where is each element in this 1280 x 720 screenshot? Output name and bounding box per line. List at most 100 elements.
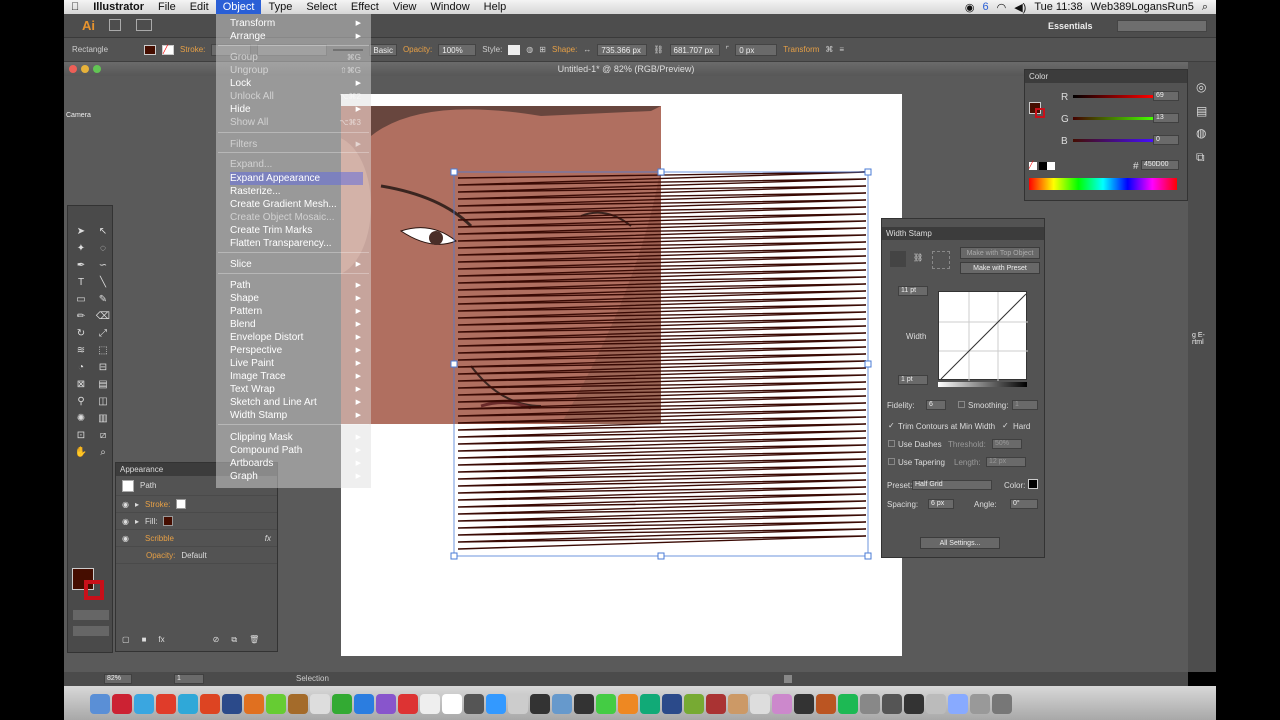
spotlight-icon[interactable]: ⌕: [1202, 1, 1208, 14]
object-menu-item-text-wrap[interactable]: Text Wrap ▶: [230, 383, 363, 396]
menu-help[interactable]: Help: [477, 0, 514, 14]
dock-app-icon[interactable]: [464, 694, 484, 714]
dock-app-icon[interactable]: [244, 694, 264, 714]
search-help-input[interactable]: [1117, 20, 1207, 32]
dock-app-icon[interactable]: [310, 694, 330, 714]
object-menu-item-compound-path[interactable]: Compound Path ▶: [230, 444, 363, 457]
object-menu-item-envelope-distort[interactable]: Envelope Distort ▶: [230, 331, 363, 344]
symbols-dock-icon[interactable]: ◍: [1196, 126, 1206, 140]
dock-app-icon[interactable]: [992, 694, 1012, 714]
stamp-color-swatch[interactable]: [1028, 479, 1038, 489]
free-transform-tool-icon[interactable]: ⬚: [94, 343, 112, 358]
add-effect-icon[interactable]: fx: [158, 635, 164, 645]
scribble-effect[interactable]: Scribble: [145, 534, 174, 543]
angle-field[interactable]: 0°: [1010, 499, 1038, 509]
transform-link[interactable]: Transform: [783, 45, 819, 54]
opacity-field[interactable]: 100%: [438, 43, 477, 56]
panel-menu-icon[interactable]: ≡: [839, 45, 844, 54]
close-window-button[interactable]: [69, 65, 77, 73]
menu-view[interactable]: View: [386, 0, 424, 14]
dock-app-icon[interactable]: [662, 694, 682, 714]
r-slider[interactable]: [1073, 95, 1153, 98]
column-graph-tool-icon[interactable]: ▥: [94, 411, 112, 426]
menu-window[interactable]: Window: [424, 0, 477, 14]
make-with-preset-button[interactable]: Make with Preset: [960, 262, 1040, 274]
dock-app-icon[interactable]: [222, 694, 242, 714]
dock-app-icon[interactable]: [508, 694, 528, 714]
dock-app-icon[interactable]: [970, 694, 990, 714]
dock-app-icon[interactable]: [266, 694, 286, 714]
object-menu-item-expand-appearance[interactable]: Expand Appearance: [230, 172, 363, 185]
eye-icon[interactable]: ◉: [122, 517, 129, 526]
object-menu-item-artboards[interactable]: Artboards ▶: [230, 457, 363, 470]
volume-icon[interactable]: ◀): [1014, 1, 1026, 14]
smoothing-checkbox[interactable]: [958, 401, 965, 408]
b-slider[interactable]: [1073, 139, 1153, 142]
warp-tool-icon[interactable]: ≋: [72, 343, 90, 358]
dock-app-icon[interactable]: [574, 694, 594, 714]
object-menu-item-arrange[interactable]: Arrange ▶: [230, 30, 363, 43]
object-menu-item-lock[interactable]: Lock ▶: [230, 77, 363, 90]
object-menu-item-flatten-transparency[interactable]: Flatten Transparency...: [230, 237, 363, 250]
r-value-field[interactable]: 69: [1153, 91, 1179, 101]
duplicate-item-icon[interactable]: ⧉: [231, 635, 237, 645]
graphic-style-swatch[interactable]: [508, 44, 521, 55]
dock-app-icon[interactable]: [860, 694, 880, 714]
appearance-stroke[interactable]: Stroke:: [145, 500, 170, 509]
layers-dock-icon[interactable]: ▤: [1196, 104, 1207, 118]
menu-effect[interactable]: Effect: [344, 0, 386, 14]
object-menu-item-create-gradient-mesh[interactable]: Create Gradient Mesh...: [230, 198, 363, 211]
artboard-tool-icon[interactable]: ⊡: [72, 428, 90, 443]
rectangle-tool-icon[interactable]: ▭: [72, 292, 90, 307]
appearance-opacity-label[interactable]: Opacity:: [146, 551, 175, 560]
object-menu-item-shape[interactable]: Shape ▶: [230, 292, 363, 305]
b-value-field[interactable]: 0: [1153, 135, 1179, 145]
line-tool-icon[interactable]: ╲: [94, 275, 112, 290]
smoothing-field[interactable]: 1: [1012, 400, 1038, 410]
max-width-field[interactable]: 11 pt: [898, 286, 928, 296]
object-menu-item-slice[interactable]: Slice ▶: [230, 258, 363, 271]
scale-tool-icon[interactable]: ⤢: [94, 326, 112, 341]
dock-app-icon[interactable]: [618, 694, 638, 714]
shape-height-field[interactable]: 681.707 px: [669, 43, 720, 56]
dock-app-icon[interactable]: [530, 694, 550, 714]
object-menu-item-graph[interactable]: Graph ▶: [230, 470, 363, 483]
object-menu-item-path[interactable]: Path ▶: [230, 279, 363, 292]
none-swatch[interactable]: ╱: [1029, 162, 1037, 170]
g-value-field[interactable]: 13: [1153, 113, 1179, 123]
dock-app-icon[interactable]: [134, 694, 154, 714]
pen-tool-icon[interactable]: ✒: [72, 258, 90, 273]
object-menu-item-pattern[interactable]: Pattern ▶: [230, 305, 363, 318]
curvature-tool-icon[interactable]: ∽: [94, 258, 112, 273]
link-icon[interactable]: ⛓: [653, 45, 663, 54]
type-tool-icon[interactable]: T: [72, 275, 90, 290]
transform-dock-icon[interactable]: ⧉: [1196, 150, 1205, 165]
zoom-window-button[interactable]: [93, 65, 101, 73]
object-menu-item-filters[interactable]: Filters ▶: [230, 138, 363, 151]
cc-badge[interactable]: 6: [982, 1, 988, 13]
expand-arrow-icon[interactable]: ▸: [135, 517, 139, 526]
clock[interactable]: Tue 11:38: [1034, 1, 1082, 13]
apple-icon[interactable]: : [64, 0, 86, 14]
dock-app-icon[interactable]: [882, 694, 902, 714]
menu-type[interactable]: Type: [261, 0, 299, 14]
object-menu-item-expand[interactable]: Expand...: [230, 158, 363, 171]
object-menu-item-hide[interactable]: Hide ▶: [230, 103, 363, 116]
object-menu-item-width-stamp[interactable]: Width Stamp ▶: [230, 409, 363, 422]
object-menu-item-blend[interactable]: Blend ▶: [230, 318, 363, 331]
artboard-number-field[interactable]: 1: [174, 674, 204, 684]
stamp-target-icon[interactable]: [932, 251, 950, 269]
color-tab[interactable]: Color: [1025, 70, 1187, 83]
blend-tool-icon[interactable]: ◫: [94, 394, 112, 409]
appearance-dock-icon[interactable]: ◎: [1196, 80, 1206, 94]
isolate-icon[interactable]: ⌘: [825, 45, 833, 54]
width-curve-graph[interactable]: [938, 291, 1028, 381]
dock-app-icon[interactable]: [156, 694, 176, 714]
dock-app-icon[interactable]: [332, 694, 352, 714]
dock-app-icon[interactable]: [750, 694, 770, 714]
fill-swatch[interactable]: [163, 516, 174, 526]
rotate-tool-icon[interactable]: ↻: [72, 326, 90, 341]
color-mode-buttons[interactable]: [73, 610, 109, 620]
length-field[interactable]: 12 px: [986, 457, 1026, 467]
black-swatch[interactable]: [1039, 162, 1047, 170]
